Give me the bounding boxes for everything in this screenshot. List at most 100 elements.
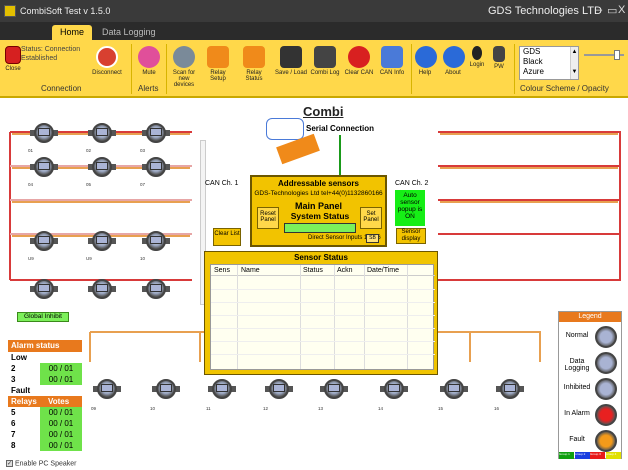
- gas-sensor-icon[interactable]: [88, 120, 116, 146]
- gas-sensor-icon[interactable]: [142, 228, 170, 254]
- legend-title: Legend: [559, 312, 621, 322]
- scheme-scrollbar[interactable]: ▲ ▼: [570, 47, 578, 79]
- gas-sensor-icon[interactable]: [208, 376, 236, 402]
- separator: [514, 44, 515, 94]
- legend-item: Normal: [559, 324, 621, 350]
- group-color-strip: Group 1 Group 2 Group 3 Group 4: [559, 452, 621, 459]
- legend-sensor-icon: [595, 352, 617, 374]
- can-channel-2-label: CAN Ch. 2: [395, 180, 429, 187]
- pw-button[interactable]: PW: [490, 46, 508, 70]
- system-status-label: System Status: [290, 211, 350, 221]
- sensor-display: [96, 236, 108, 244]
- col-name[interactable]: Name: [241, 267, 260, 274]
- separator: [166, 44, 167, 94]
- table-row: 8 00 / 01: [8, 440, 82, 451]
- col-datetime[interactable]: Date/Time: [367, 267, 399, 274]
- opacity-slider[interactable]: [584, 50, 624, 60]
- mute-label: Mute: [142, 70, 156, 76]
- gas-sensor-icon[interactable]: [30, 276, 58, 302]
- gas-sensor-icon[interactable]: [496, 376, 524, 402]
- relay-status-button[interactable]: Relay Status: [237, 46, 271, 82]
- set-panel-button[interactable]: Set Panel: [360, 207, 382, 229]
- sensor-display: [150, 236, 162, 244]
- help-button[interactable]: Help: [415, 46, 437, 76]
- can-info-button[interactable]: CAN Info: [377, 46, 407, 76]
- login-button[interactable]: Login: [468, 46, 486, 68]
- pc-speaker-option[interactable]: ✓ Enable PC Speaker: [6, 460, 76, 467]
- gas-sensor-icon[interactable]: [320, 376, 348, 402]
- gas-sensor-icon[interactable]: [93, 376, 121, 402]
- legend-sensor-icon: [595, 404, 617, 426]
- sensor-display: [150, 128, 162, 136]
- col-sens[interactable]: Sens: [214, 267, 230, 274]
- gas-sensor-icon[interactable]: [142, 276, 170, 302]
- relay-setup-button[interactable]: Relay Setup: [203, 46, 233, 82]
- gas-sensor-icon[interactable]: [88, 228, 116, 254]
- col-status[interactable]: Status: [303, 267, 323, 274]
- close-button[interactable]: Close: [5, 46, 21, 72]
- col-ackn[interactable]: Ackn: [337, 267, 353, 274]
- app-icon: [4, 5, 16, 17]
- gas-sensor-icon[interactable]: [152, 376, 180, 402]
- sensor-display: [38, 128, 50, 136]
- disconnect-icon: [96, 46, 118, 68]
- about-button[interactable]: About: [443, 46, 465, 76]
- legend-item: Fault: [559, 428, 621, 454]
- log-icon: [314, 46, 336, 68]
- magnifier-icon: [173, 46, 195, 68]
- relay-status-label: Relay Status: [245, 70, 263, 82]
- minimize-button[interactable]: –: [596, 4, 602, 16]
- save-load-button[interactable]: Save / Load: [274, 46, 308, 76]
- sensor-display: [328, 384, 340, 392]
- gas-sensor-icon[interactable]: [142, 120, 170, 146]
- sensor-status-title: Sensor Status: [294, 253, 348, 262]
- close-window-button[interactable]: X: [618, 4, 625, 16]
- restore-button[interactable]: ▭: [607, 4, 617, 17]
- sensor-display: [160, 384, 172, 392]
- reset-panel-button[interactable]: Reset Panel: [257, 207, 279, 229]
- gas-sensor-icon[interactable]: [30, 154, 58, 180]
- mute-button[interactable]: Mute: [136, 46, 162, 76]
- relays-votes-header: Relays Votes: [8, 396, 82, 407]
- speaker-icon: [138, 46, 160, 68]
- legend-panel: Legend Normal Data Logging Inhibited In Ala…: [558, 311, 622, 459]
- clear-list-button[interactable]: Clear List: [213, 228, 241, 246]
- sensor-display-button[interactable]: Sensor display: [396, 228, 426, 244]
- scan-devices-button[interactable]: Scan for new devices: [170, 46, 198, 88]
- scan-label: Scan for new devices: [172, 70, 196, 88]
- info-icon: [443, 46, 465, 68]
- sensor-label: 01: [28, 148, 34, 153]
- tab-data-logging[interactable]: Data Logging: [94, 25, 164, 40]
- gas-sensor-icon[interactable]: [88, 154, 116, 180]
- sensor-label: 02: [86, 148, 92, 153]
- gas-sensor-icon[interactable]: [380, 376, 408, 402]
- gas-sensor-icon[interactable]: [88, 276, 116, 302]
- pc-speaker-checkbox[interactable]: ✓: [6, 460, 13, 467]
- gas-sensor-icon[interactable]: [440, 376, 468, 402]
- pc-speaker-label: Enable PC Speaker: [15, 460, 77, 468]
- row-value: 00 / 01: [40, 418, 82, 429]
- gas-sensor-icon[interactable]: [265, 376, 293, 402]
- tab-home[interactable]: Home: [52, 25, 93, 40]
- auto-popup-indicator[interactable]: Auto sensor popup is ON: [395, 190, 425, 226]
- row-key: 6: [8, 418, 40, 429]
- sb-button[interactable]: SB: [366, 234, 379, 243]
- gas-sensor-icon[interactable]: [30, 120, 58, 146]
- sensor-label: 10: [140, 256, 146, 261]
- clear-can-button[interactable]: Clear CAN: [344, 46, 374, 76]
- legend-item-label: Fault: [569, 436, 585, 443]
- help-label: Help: [418, 70, 432, 76]
- system-status-bar: [284, 223, 356, 233]
- row-value: 00 / 01: [40, 407, 82, 418]
- relay-icon: [243, 46, 265, 68]
- global-inhibit-button[interactable]: Global Inhibit: [17, 312, 69, 322]
- lock-icon: [493, 46, 505, 62]
- combi-log-button[interactable]: Combi Log: [310, 46, 340, 76]
- disconnect-button[interactable]: Disconnect: [92, 46, 122, 76]
- row-value: 00 / 01: [40, 429, 82, 440]
- legend-item-label: Data Logging: [564, 358, 590, 372]
- gas-sensor-icon[interactable]: [142, 154, 170, 180]
- colour-scheme-list[interactable]: GDS Black Azure ▲ ▼: [519, 46, 579, 80]
- slider-thumb[interactable]: [614, 50, 620, 60]
- gas-sensor-icon[interactable]: [30, 228, 58, 254]
